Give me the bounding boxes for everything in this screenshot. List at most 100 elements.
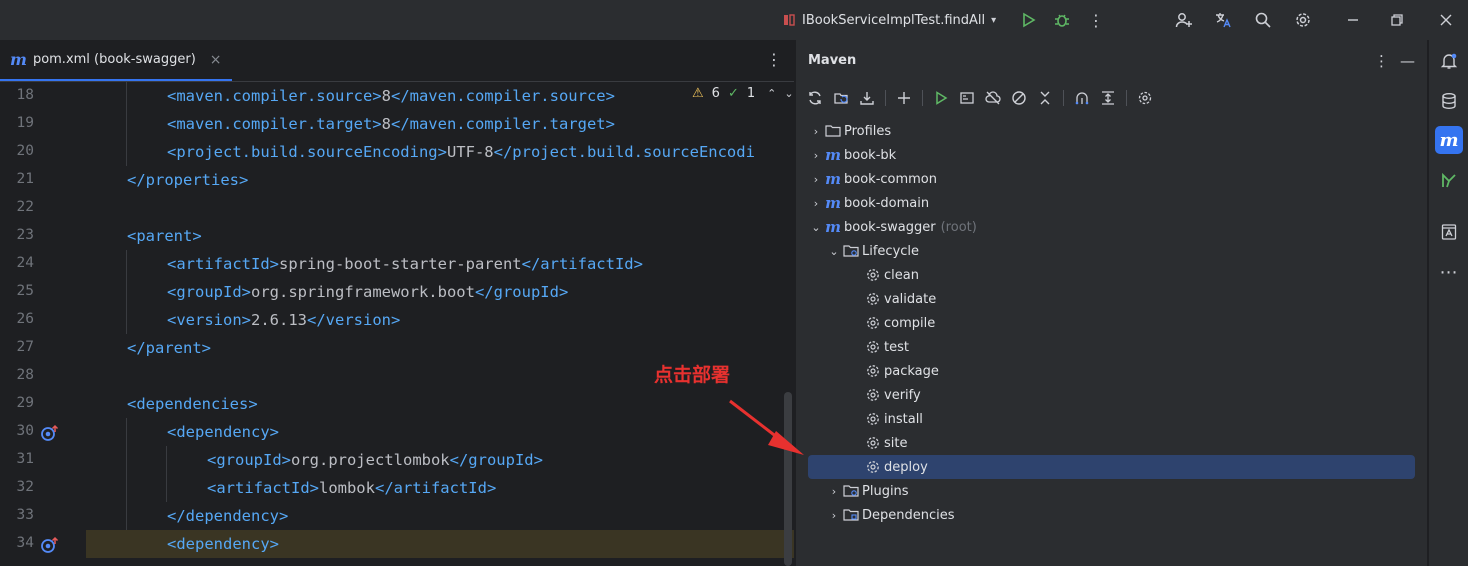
gear-icon	[864, 291, 882, 307]
tree-item-goal-compile[interactable]: compile	[864, 311, 935, 335]
translate-icon[interactable]	[1211, 8, 1235, 32]
tree-item-profiles[interactable]: › Profiles	[808, 119, 891, 143]
spring-icon[interactable]	[1435, 166, 1463, 194]
tree-item-label: clean	[884, 267, 919, 283]
minimize-icon[interactable]	[1341, 8, 1365, 32]
code-line: </parent>	[127, 339, 211, 357]
reload-icon[interactable]	[804, 87, 826, 109]
chevron-right-icon[interactable]: ›	[808, 197, 824, 210]
toolbar-separator	[885, 90, 886, 106]
line-number: 33	[16, 507, 34, 523]
tab-close-icon[interactable]: ×	[210, 52, 222, 68]
run-icon[interactable]	[1016, 8, 1040, 32]
line-number: 29	[16, 395, 34, 411]
gutter: 18 19 20 21 22 23 24 25 26 27 28 29 30 3…	[0, 82, 86, 566]
tree-item-book-common[interactable]: › m book-common	[808, 167, 937, 191]
tree-item-lifecycle[interactable]: ⌄ Lifecycle	[826, 239, 919, 263]
more-icon[interactable]: ⋮	[1374, 52, 1389, 70]
chevron-down-icon[interactable]: ⌄	[826, 245, 842, 258]
implemented-gutter-icon[interactable]	[40, 424, 60, 442]
line-number: 22	[16, 199, 34, 215]
code-line: </dependency>	[167, 507, 289, 525]
line-number: 26	[16, 311, 34, 327]
tree-item-label: Profiles	[844, 123, 892, 139]
tree-item-label: site	[884, 435, 908, 451]
show-deps-icon[interactable]	[1071, 87, 1093, 109]
gear-icon	[864, 267, 882, 283]
database-icon[interactable]	[1435, 87, 1463, 115]
line-number: 21	[16, 171, 34, 187]
offline-icon[interactable]	[982, 87, 1004, 109]
reimport-icon[interactable]	[830, 87, 852, 109]
folder-icon	[824, 123, 842, 139]
chevron-right-icon[interactable]: ›	[826, 509, 842, 522]
chevron-down-icon[interactable]: ⌄	[808, 221, 824, 234]
tabs-more-icon[interactable]: ⋮	[766, 50, 782, 69]
chevron-right-icon[interactable]: ›	[826, 485, 842, 498]
add-icon[interactable]	[893, 87, 915, 109]
tab-label: pom.xml (book-swagger)	[32, 52, 196, 67]
tree-item-book-swagger[interactable]: ⌄ m book-swagger (root)	[808, 215, 976, 239]
right-tool-stripe: m ⋯	[1428, 40, 1468, 566]
line-number: 19	[16, 115, 34, 131]
tree-item-goal-install[interactable]: install	[864, 407, 923, 431]
collapse-icon[interactable]	[1034, 87, 1056, 109]
line-number: 25	[16, 283, 34, 299]
maven-module-icon: m	[825, 170, 841, 188]
tree-item-book-bk[interactable]: › m book-bk	[808, 143, 896, 167]
gear-icon	[864, 387, 882, 403]
tree-item-goal-deploy[interactable]: deploy	[864, 455, 928, 479]
more-tools-icon[interactable]: ⋯	[1435, 258, 1463, 286]
tree-item-goal-test[interactable]: test	[864, 335, 909, 359]
hide-icon[interactable]: —	[1400, 52, 1415, 70]
settings-icon[interactable]	[1291, 8, 1315, 32]
line-number: 32	[16, 479, 34, 495]
more-icon[interactable]: ⋮	[1084, 8, 1108, 32]
notifications-icon[interactable]	[1435, 47, 1463, 75]
line-number: 20	[16, 143, 34, 159]
tab-pom-xml[interactable]: m pom.xml (book-swagger) ×	[0, 40, 232, 81]
tree-item-plugins[interactable]: › Plugins	[826, 479, 909, 503]
ai-assistant-icon[interactable]	[1435, 218, 1463, 246]
run-config-selector[interactable]: IBookServiceImplTest.findAll ▾	[782, 8, 996, 32]
tree-item-label: book-common	[844, 171, 937, 187]
maven-icon[interactable]: m	[1435, 126, 1463, 154]
annotation-arrow	[729, 399, 804, 455]
editor-tab-bar: m pom.xml (book-swagger) × ⋮	[0, 40, 794, 82]
tree-item-dependencies[interactable]: › Dependencies	[826, 503, 955, 527]
implemented-gutter-icon[interactable]	[40, 536, 60, 554]
add-user-icon[interactable]	[1172, 8, 1196, 32]
skip-tests-icon[interactable]	[1008, 87, 1030, 109]
code-line: <groupId>org.projectlombok</groupId>	[207, 451, 543, 469]
gear-icon	[864, 435, 882, 451]
debug-icon[interactable]	[1050, 8, 1074, 32]
code-area[interactable]: <maven.compiler.source>8</maven.compiler…	[86, 82, 794, 566]
chevron-right-icon[interactable]: ›	[808, 125, 824, 138]
execute-goal-icon[interactable]	[956, 87, 978, 109]
tree-item-goal-site[interactable]: site	[864, 431, 907, 455]
dependencies-folder-icon	[842, 507, 860, 523]
gear-icon	[864, 459, 882, 475]
run-icon[interactable]	[930, 87, 952, 109]
tree-item-book-domain[interactable]: › m book-domain	[808, 191, 929, 215]
tree-item-goal-clean[interactable]: clean	[864, 263, 919, 287]
tree-item-goal-validate[interactable]: validate	[864, 287, 936, 311]
settings-icon[interactable]	[1134, 87, 1156, 109]
chevron-right-icon[interactable]: ›	[808, 149, 824, 162]
code-line: <project.build.sourceEncoding>UTF-8</pro…	[167, 143, 755, 161]
search-icon[interactable]	[1251, 8, 1275, 32]
run-config-icon	[784, 14, 795, 26]
chevron-right-icon[interactable]: ›	[808, 173, 824, 186]
maven-module-icon: m	[825, 146, 841, 164]
chevron-down-icon: ▾	[991, 14, 997, 26]
tree-item-goal-verify[interactable]: verify	[864, 383, 921, 407]
expand-icon[interactable]	[1097, 87, 1119, 109]
download-icon[interactable]	[856, 87, 878, 109]
tree-item-label: Dependencies	[862, 507, 955, 523]
gear-icon	[864, 363, 882, 379]
tree-item-goal-package[interactable]: package	[864, 359, 939, 383]
restore-icon[interactable]	[1385, 8, 1409, 32]
close-icon[interactable]	[1434, 8, 1458, 32]
code-line: <maven.compiler.target>8</maven.compiler…	[167, 115, 615, 133]
maven-module-icon: m	[825, 194, 841, 212]
